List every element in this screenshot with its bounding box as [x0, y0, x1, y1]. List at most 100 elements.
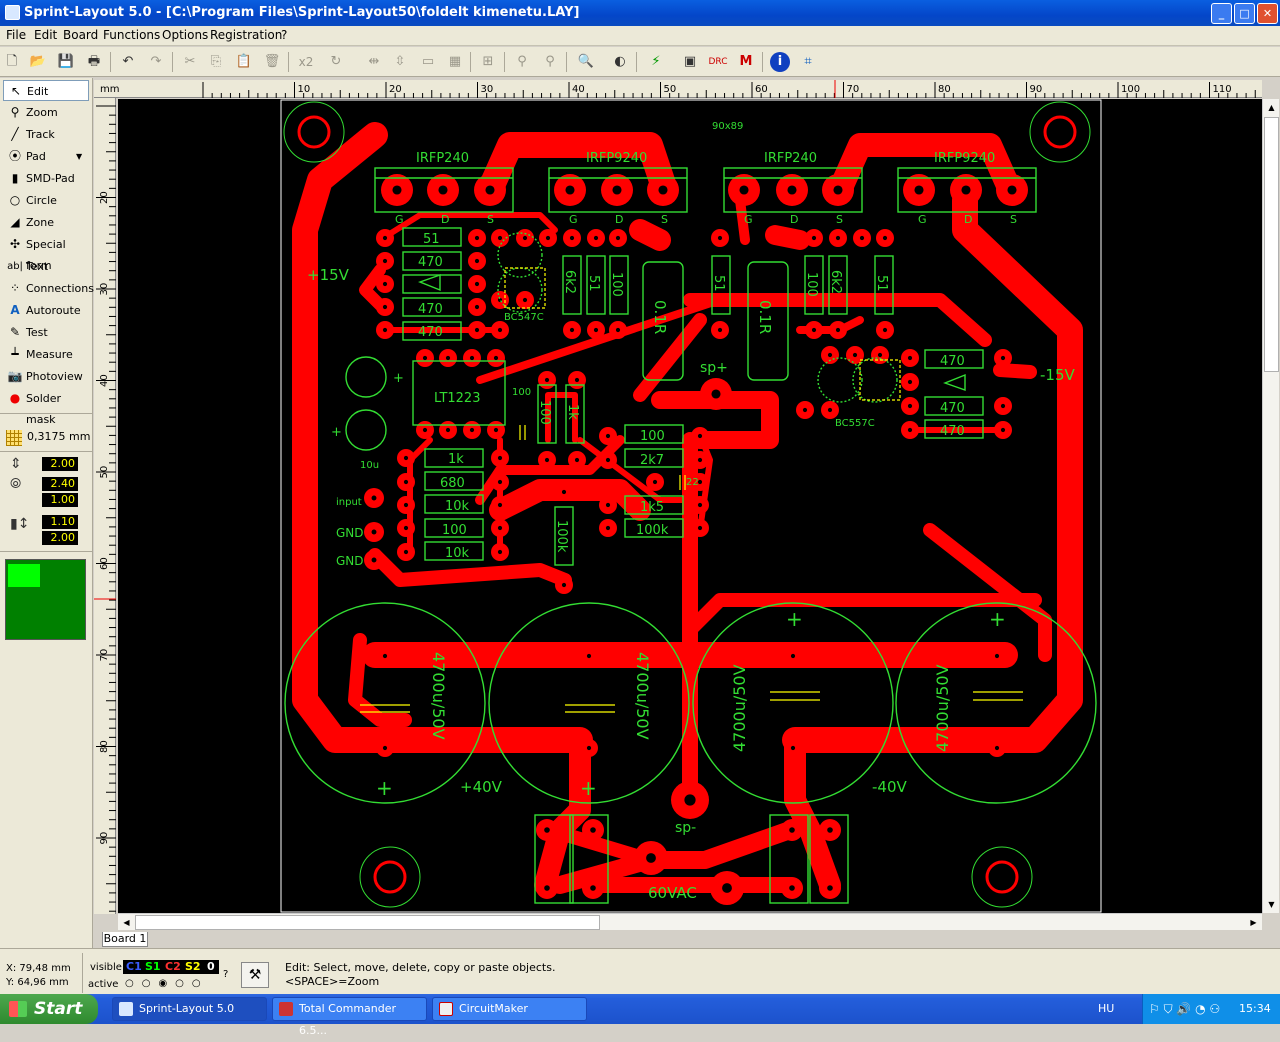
- paste-icon[interactable]: 📋: [234, 52, 254, 72]
- tool-smd-pad[interactable]: ▮ SMD-Pad: [3, 168, 89, 189]
- group-icon[interactable]: ▭: [418, 52, 438, 72]
- tool-text[interactable]: ab| Text: [3, 256, 89, 277]
- svg-text:470: 470: [940, 354, 965, 369]
- tab-board-1[interactable]: Board 1: [102, 932, 148, 947]
- svg-text:D: D: [615, 213, 623, 226]
- smd-height-field[interactable]: 2.00: [42, 531, 78, 545]
- scroll-down-icon[interactable]: ▼: [1264, 897, 1279, 912]
- active-layer-radios[interactable]: ○○◉○○: [125, 978, 209, 989]
- svg-text:sp-: sp-: [675, 820, 696, 836]
- layer-visibility[interactable]: C1 S1 C2 S2 0: [123, 960, 219, 974]
- redo-icon[interactable]: ↷: [146, 52, 166, 72]
- start-button[interactable]: Start: [0, 994, 98, 1024]
- svg-text:1k5: 1k5: [640, 500, 664, 515]
- tool-track[interactable]: ╱ Track: [3, 124, 89, 145]
- scroll-right-icon[interactable]: ▶: [1246, 915, 1261, 930]
- menu-registration[interactable]: Registration: [210, 28, 282, 42]
- design-rule-icon[interactable]: ⚡: [646, 52, 666, 72]
- lock-icon[interactable]: ⚲: [512, 52, 532, 72]
- track-width-field[interactable]: 2.00: [42, 457, 78, 471]
- mirror-v-icon[interactable]: ⇳: [390, 52, 410, 72]
- scroll-left-icon[interactable]: ◀: [119, 915, 134, 930]
- maximize-button[interactable]: □: [1234, 3, 1255, 24]
- tool-circle[interactable]: ○ Circle: [3, 190, 89, 211]
- svg-text:+: +: [786, 607, 803, 631]
- vscroll-thumb[interactable]: [1264, 117, 1279, 372]
- tool-measure[interactable]: ┷ Measure: [3, 344, 89, 365]
- menu-board[interactable]: Board: [63, 28, 98, 42]
- menu-options[interactable]: Options: [162, 28, 208, 42]
- horizontal-scrollbar[interactable]: ◀ ▶: [118, 913, 1262, 930]
- info-board-icon[interactable]: ▣: [680, 52, 700, 72]
- save-icon[interactable]: 💾: [56, 52, 76, 72]
- tool-autoroute[interactable]: A Autoroute: [3, 300, 89, 321]
- duplicate-icon[interactable]: x2: [296, 52, 316, 72]
- tool-solder-mask[interactable]: ● Solder mask: [3, 388, 89, 426]
- title-bar: Sprint-Layout 5.0 - [C:\Program Files\Sp…: [0, 0, 1280, 26]
- svg-text:1k: 1k: [448, 452, 464, 467]
- new-icon[interactable]: 🗋: [2, 52, 22, 72]
- transparent-icon[interactable]: ◐: [610, 52, 630, 72]
- scroll-up-icon[interactable]: ▲: [1264, 100, 1279, 115]
- pad-dropdown-icon[interactable]: ▼: [76, 146, 82, 167]
- pad-icon: ⦿: [8, 149, 21, 163]
- menu-functions[interactable]: Functions: [103, 28, 160, 42]
- pcb-canvas[interactable]: 90x89 IRFP240 IRFP9240 IRFP240 IRFP9240 …: [118, 99, 1262, 913]
- pad-outer-field[interactable]: 2.40: [42, 477, 78, 491]
- align-icon[interactable]: ⊞: [478, 52, 498, 72]
- crop-icon[interactable]: ⌗: [798, 52, 818, 72]
- drc-icon[interactable]: DRC: [708, 52, 728, 72]
- tool-photoview[interactable]: 📷 Photoview: [3, 366, 89, 387]
- task-total-commander[interactable]: Total Commander 6.5...: [272, 997, 427, 1037]
- help-marker: ?: [223, 969, 229, 980]
- board-size-label: 90x89: [712, 121, 743, 132]
- menu-help[interactable]: ?: [281, 28, 287, 42]
- smd-width-field[interactable]: 1.10: [42, 515, 78, 529]
- ruler-vertical: 20 30 40 50 60 70 80 90: [94, 98, 116, 914]
- ruler-label: 110: [1213, 84, 1232, 95]
- zoom-icon[interactable]: 🔍: [576, 52, 596, 72]
- measure-icon: ┷: [11, 347, 19, 361]
- window-title: Sprint-Layout 5.0 - [C:\Program Files\Sp…: [24, 5, 580, 20]
- tool-pad[interactable]: ⦿ Pad ▼: [3, 146, 89, 167]
- cut-icon[interactable]: ✂: [180, 52, 200, 72]
- ruler-label: 30: [481, 84, 494, 95]
- hscroll-thumb[interactable]: [135, 915, 600, 930]
- info-icon[interactable]: i: [770, 52, 790, 72]
- tool-edit[interactable]: ↖ Edit: [3, 80, 89, 101]
- open-icon[interactable]: 📂: [28, 52, 48, 72]
- task-circuitmaker[interactable]: CircuitMaker: [432, 997, 587, 1021]
- svg-text:D: D: [964, 213, 972, 226]
- language-indicator[interactable]: HU: [1098, 994, 1114, 1024]
- vertical-scrollbar[interactable]: ▲ ▼: [1262, 99, 1279, 913]
- minimize-button[interactable]: _: [1211, 3, 1232, 24]
- delete-icon[interactable]: 🗑: [262, 52, 282, 72]
- grid-icon[interactable]: [6, 430, 22, 446]
- tray-icons[interactable]: ⚐ ⛉ 🔊 ◔ ⚇: [1149, 994, 1220, 1024]
- undo-icon[interactable]: ↶: [118, 52, 138, 72]
- unlock-icon[interactable]: ⚲: [540, 52, 560, 72]
- print-icon[interactable]: 🖶: [84, 52, 104, 72]
- tool-connections[interactable]: ⁘ Connections: [3, 278, 94, 299]
- ruler-label: 40: [99, 374, 110, 387]
- menu-file[interactable]: File: [6, 28, 26, 42]
- ungroup-icon[interactable]: ▦: [445, 52, 465, 72]
- pad-inner-field[interactable]: 1.00: [42, 493, 78, 507]
- copy-icon[interactable]: ⎘: [206, 52, 226, 72]
- tool-zone[interactable]: ◢ Zone: [3, 212, 89, 233]
- close-button[interactable]: ✕: [1257, 3, 1278, 24]
- svg-text:IRFP9240: IRFP9240: [586, 151, 647, 166]
- tool-special-form[interactable]: ✣ Special form: [3, 234, 89, 272]
- mirror-h-icon[interactable]: ⇹: [364, 52, 384, 72]
- menu-edit[interactable]: Edit: [34, 28, 57, 42]
- svg-text:S: S: [661, 213, 668, 226]
- mouse-tool-icon[interactable]: ⚒: [241, 962, 269, 988]
- svg-text:0.1R: 0.1R: [651, 300, 669, 334]
- rotate-icon[interactable]: ↻: [326, 52, 346, 72]
- macro-icon[interactable]: M: [736, 52, 756, 72]
- task-sprint-layout[interactable]: Sprint-Layout 5.0: [112, 997, 267, 1021]
- grid-size[interactable]: 0,3175 mm: [27, 430, 90, 443]
- tool-test[interactable]: ✎ Test: [3, 322, 89, 343]
- tool-zoom[interactable]: ⚲ Zoom: [3, 102, 89, 123]
- svg-text:G: G: [395, 213, 404, 226]
